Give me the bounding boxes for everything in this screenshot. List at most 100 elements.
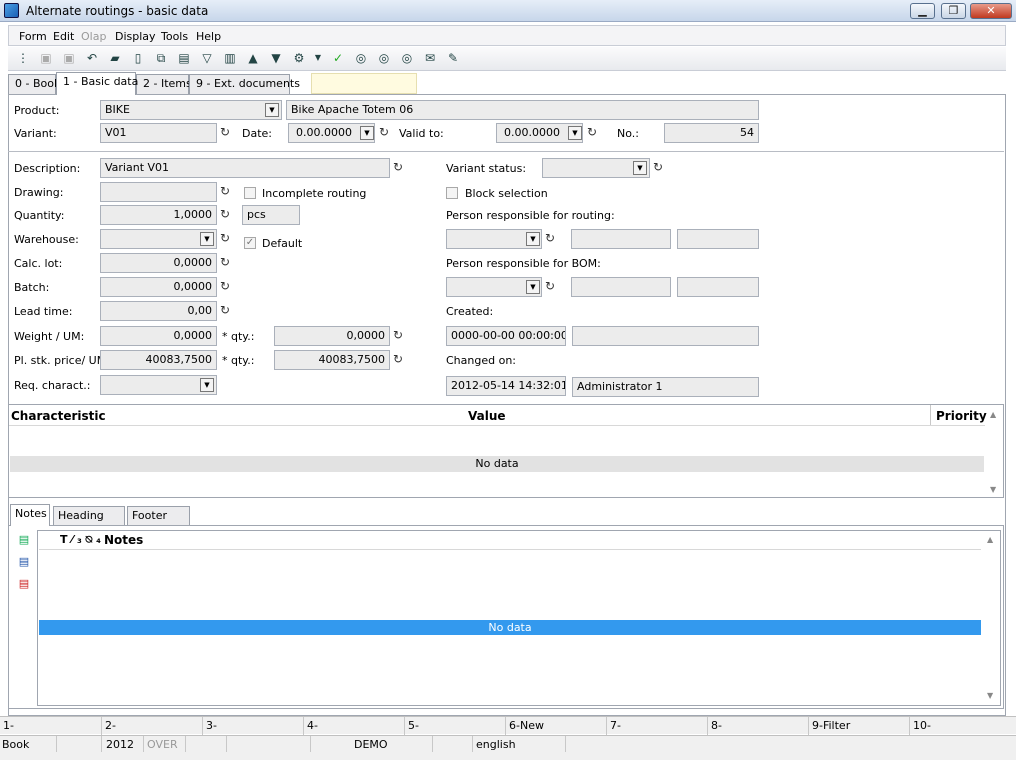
menu-display[interactable]: Display bbox=[115, 30, 156, 43]
person-routing-extra-field[interactable] bbox=[677, 229, 759, 249]
tab-book[interactable]: 0 - Book bbox=[8, 74, 60, 94]
scroll-down-icon[interactable]: ▼ bbox=[987, 691, 993, 700]
binoculars-settings-icon[interactable]: ◎ bbox=[399, 50, 415, 66]
chevron-down-icon[interactable]: ▼ bbox=[526, 232, 540, 246]
menu-tools[interactable]: Tools bbox=[161, 30, 188, 43]
chevron-down-icon[interactable]: ▼ bbox=[310, 50, 326, 66]
lookup-icon[interactable]: ↻ bbox=[220, 255, 230, 269]
copy-icon[interactable]: ⧉ bbox=[153, 50, 169, 66]
product-name-field[interactable]: Bike Apache Totem 06 bbox=[286, 100, 759, 120]
lookup-icon[interactable]: ↻ bbox=[393, 328, 403, 342]
lookup-icon[interactable]: ↻ bbox=[393, 352, 403, 366]
binoculars-icon[interactable]: ◎ bbox=[353, 50, 369, 66]
lookup-icon[interactable]: ↻ bbox=[545, 231, 555, 245]
fkey-4[interactable]: 4- bbox=[307, 719, 318, 732]
price-qty-field[interactable]: 40083,7500 bbox=[274, 350, 390, 370]
chevron-down-icon[interactable]: ▼ bbox=[526, 280, 540, 294]
price-field[interactable]: 40083,7500 bbox=[100, 350, 217, 370]
delete-note-icon[interactable]: ▤ bbox=[17, 577, 31, 591]
variant-field[interactable]: V01 bbox=[100, 123, 217, 143]
lookup-icon[interactable]: ↻ bbox=[220, 303, 230, 317]
person-bom-name-field[interactable] bbox=[571, 277, 671, 297]
restore-button[interactable]: ❐ bbox=[941, 3, 966, 19]
default-checkbox[interactable]: ✓ bbox=[244, 237, 256, 249]
new-document-icon[interactable]: ▯ bbox=[130, 50, 146, 66]
edit-note-icon[interactable]: ✎ bbox=[445, 50, 461, 66]
tab-ext-documents[interactable]: 9 - Ext. documents bbox=[189, 74, 300, 94]
minimize-button[interactable]: ▁ bbox=[910, 3, 935, 19]
chevron-down-icon[interactable]: ▼ bbox=[265, 103, 279, 117]
lookup-icon[interactable]: ↻ bbox=[220, 207, 230, 221]
lookup-icon[interactable]: ↻ bbox=[220, 231, 230, 245]
fkey-8[interactable]: 8- bbox=[711, 719, 722, 732]
fkey-9-filter[interactable]: 9-Filter bbox=[812, 719, 850, 732]
no-data-row[interactable]: No data bbox=[39, 620, 981, 635]
column-notes[interactable]: Notes bbox=[104, 533, 143, 547]
unit-field[interactable]: pcs bbox=[242, 205, 300, 225]
binoculars-next-icon[interactable]: ◎ bbox=[376, 50, 392, 66]
fkey-7[interactable]: 7- bbox=[610, 719, 621, 732]
lookup-icon[interactable]: ↻ bbox=[545, 279, 555, 293]
fkey-5[interactable]: 5- bbox=[408, 719, 419, 732]
no-field[interactable]: 54 bbox=[664, 123, 759, 143]
weight-field[interactable]: 0,0000 bbox=[100, 326, 217, 346]
calc-lot-field[interactable]: 0,0000 bbox=[100, 253, 217, 273]
fkey-1[interactable]: 1- bbox=[3, 719, 14, 732]
created-by-field[interactable] bbox=[572, 326, 759, 346]
person-bom-extra-field[interactable] bbox=[677, 277, 759, 297]
book-icon[interactable]: ▤ bbox=[176, 50, 192, 66]
scroll-down-icon[interactable]: ▼ bbox=[990, 485, 996, 494]
weight-qty-field[interactable]: 0,0000 bbox=[274, 326, 390, 346]
incomplete-routing-checkbox[interactable] bbox=[244, 187, 256, 199]
changed-date-field[interactable]: 2012-05-14 14:32:01 bbox=[446, 376, 566, 396]
add-note-icon[interactable]: ▤ bbox=[17, 533, 31, 547]
chevron-down-icon[interactable]: ▼ bbox=[200, 378, 214, 392]
filter-icon[interactable]: ▽ bbox=[199, 50, 215, 66]
block-selection-checkbox[interactable] bbox=[446, 187, 458, 199]
fkey-10[interactable]: 10- bbox=[913, 719, 931, 732]
lookup-icon[interactable]: ↻ bbox=[220, 279, 230, 293]
lookup-icon[interactable]: ↻ bbox=[587, 125, 597, 139]
batch-field[interactable]: 0,0000 bbox=[100, 277, 217, 297]
description-field[interactable]: Variant V01 bbox=[100, 158, 390, 178]
person-routing-name-field[interactable] bbox=[571, 229, 671, 249]
lookup-icon[interactable]: ↻ bbox=[220, 184, 230, 198]
arrow-down-icon[interactable]: ▼ bbox=[268, 50, 284, 66]
arrow-up-icon[interactable]: ▲ bbox=[245, 50, 261, 66]
menu-form[interactable]: Form bbox=[19, 30, 47, 43]
tab-heading-text[interactable]: Heading text bbox=[53, 506, 125, 539]
chevron-down-icon[interactable]: ▼ bbox=[633, 161, 647, 175]
scroll-up-icon[interactable]: ▲ bbox=[990, 410, 996, 419]
changed-by-field[interactable]: Administrator 1 bbox=[572, 377, 759, 397]
product-select[interactable]: BIKE bbox=[100, 100, 282, 120]
tab-basic-data[interactable]: 1 - Basic data bbox=[56, 72, 138, 95]
tab-items[interactable]: 2 - Items bbox=[136, 74, 192, 94]
quantity-field[interactable]: 1,0000 bbox=[100, 205, 217, 225]
lookup-icon[interactable]: ↻ bbox=[393, 160, 403, 174]
close-button[interactable]: ✕ bbox=[970, 3, 1012, 19]
column-value[interactable]: Value bbox=[468, 409, 506, 423]
open-folder-icon[interactable]: ▰ bbox=[107, 50, 123, 66]
undo-icon[interactable]: ↶ bbox=[84, 50, 100, 66]
column-characteristic[interactable]: Characteristic bbox=[11, 409, 106, 423]
drawing-field[interactable] bbox=[100, 182, 217, 202]
lead-time-field[interactable]: 0,00 bbox=[100, 301, 217, 321]
mail-icon[interactable]: ✉ bbox=[422, 50, 438, 66]
chevron-down-icon[interactable]: ▼ bbox=[200, 232, 214, 246]
document-filter-icon[interactable]: ▥ bbox=[222, 50, 238, 66]
tab-notes[interactable]: Notes bbox=[10, 504, 50, 526]
scroll-up-icon[interactable]: ▲ bbox=[987, 535, 993, 544]
fkey-6-new[interactable]: 6-New bbox=[509, 719, 544, 732]
created-date-field[interactable]: 0000-00-00 00:00:00 bbox=[446, 326, 566, 346]
lookup-icon[interactable]: ↻ bbox=[220, 125, 230, 139]
tree-icon[interactable]: ⋮ bbox=[15, 50, 31, 66]
menu-help[interactable]: Help bbox=[196, 30, 221, 43]
settings-icon[interactable]: ⚙ bbox=[291, 50, 307, 66]
lookup-icon[interactable]: ↻ bbox=[653, 160, 663, 174]
column-priority[interactable]: Priority bbox=[936, 409, 987, 423]
lookup-icon[interactable]: ↻ bbox=[379, 125, 389, 139]
tab-footer-text[interactable]: Footer text bbox=[127, 506, 190, 539]
menu-edit[interactable]: Edit bbox=[53, 30, 74, 43]
fkey-2[interactable]: 2- bbox=[105, 719, 116, 732]
check-icon[interactable]: ✓ bbox=[330, 50, 346, 66]
